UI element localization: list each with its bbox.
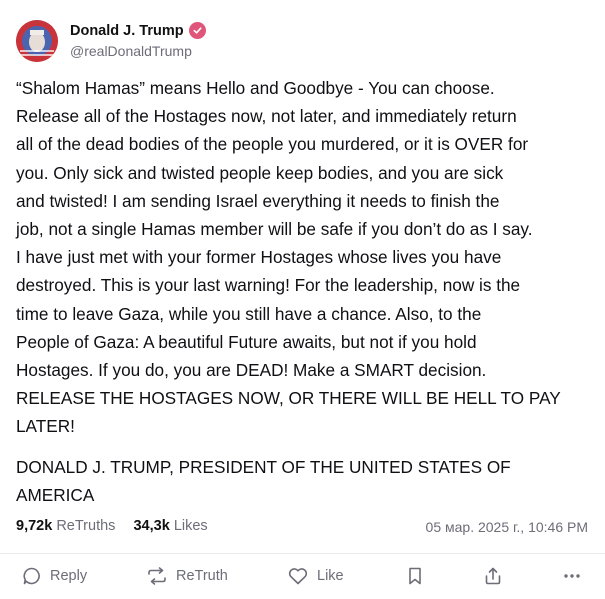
retruth-icon: [148, 567, 166, 585]
post-signature: DONALD J. TRUMP, PRESIDENT OF THE UNITED…: [16, 457, 511, 506]
retruths-label: ReTruths: [56, 518, 116, 534]
like-label: Like: [317, 568, 344, 584]
divider: [0, 553, 605, 554]
likes-count: 34,3k: [133, 518, 170, 534]
likes-label: Likes: [173, 518, 208, 534]
likes-stat[interactable]: 34,3k Likes: [133, 518, 207, 534]
reply-button[interactable]: Reply: [22, 566, 87, 586]
more-icon: [564, 574, 580, 578]
avatar[interactable]: [16, 20, 58, 62]
avatar-image: [16, 20, 58, 62]
more-button[interactable]: [562, 566, 582, 586]
post-text: “Shalom Hamas” means Hello and Goodbye -…: [16, 78, 561, 437]
post-stats: 9,72k ReTruths 34,3k Likes: [16, 518, 208, 534]
retruths-stat[interactable]: 9,72k ReTruths: [16, 518, 115, 534]
display-name[interactable]: Donald J. Trump: [70, 23, 184, 39]
reply-icon: [23, 567, 40, 585]
bookmark-icon: [409, 567, 421, 585]
action-bar: Reply ReTruth Like: [0, 566, 605, 596]
share-button[interactable]: [483, 566, 503, 586]
share-icon: [485, 567, 501, 585]
post-card: Donald J. Trump @realDonaldTrump “Shalom…: [0, 0, 605, 599]
reply-label: Reply: [50, 568, 88, 584]
post-timestamp[interactable]: 05 мар. 2025 г., 10:46 PM: [426, 519, 588, 535]
author-handle[interactable]: @realDonaldTrump: [70, 43, 206, 59]
post-header: Donald J. Trump @realDonaldTrump: [16, 20, 206, 62]
retruth-label: ReTruth: [176, 568, 228, 584]
like-button[interactable]: Like: [287, 566, 344, 586]
like-icon: [288, 568, 308, 585]
retruths-count: 9,72k: [16, 518, 53, 534]
verified-icon: [188, 22, 206, 39]
bookmark-button[interactable]: [406, 566, 424, 586]
author-info: Donald J. Trump @realDonaldTrump: [70, 22, 206, 59]
retruth-button[interactable]: ReTruth: [146, 566, 228, 586]
display-name-row: Donald J. Trump: [70, 22, 206, 39]
